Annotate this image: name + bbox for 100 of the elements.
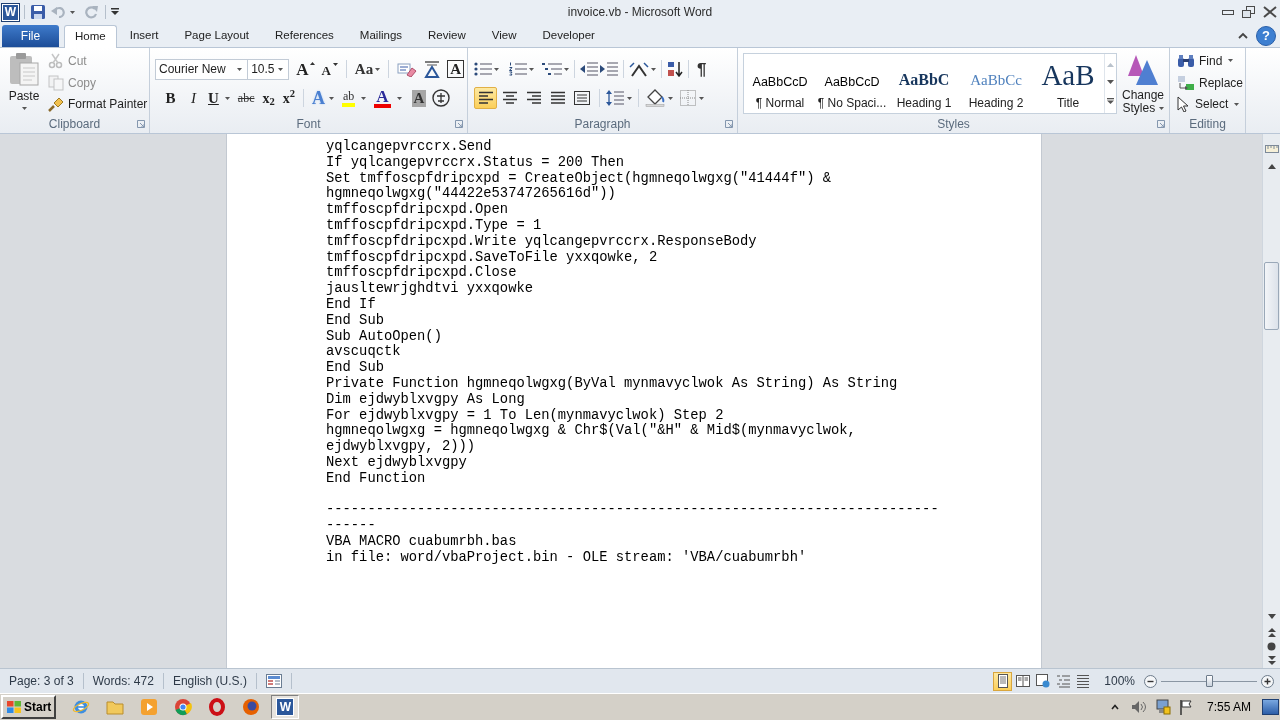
caret-icon[interactable] xyxy=(237,67,243,71)
double-up-icon[interactable] xyxy=(1267,628,1276,637)
scroll-up-icon[interactable] xyxy=(1267,164,1276,169)
sheet-icon[interactable] xyxy=(265,674,282,688)
superscript-button[interactable]: x$^{2}$ xyxy=(279,87,298,109)
chevron-up-icon[interactable] xyxy=(1110,704,1119,710)
caret-icon[interactable] xyxy=(224,96,230,100)
caret-icon[interactable] xyxy=(278,67,284,71)
bar-caret-icon[interactable] xyxy=(111,8,119,16)
caret-icon[interactable] xyxy=(668,96,673,100)
editing-button[interactable]: Find xyxy=(1177,50,1245,72)
alignment-button[interactable] xyxy=(474,87,497,109)
caret-icon[interactable] xyxy=(396,96,402,100)
bullet-list-icon[interactable] xyxy=(474,62,492,76)
caret-icon[interactable] xyxy=(529,67,534,71)
style-item[interactable]: AaBbCcD ¶ Normal xyxy=(744,54,816,113)
caret-icon[interactable] xyxy=(1234,102,1240,106)
ribbon-tab[interactable]: Insert xyxy=(116,25,172,47)
change-case-button[interactable]: Aa xyxy=(351,58,384,80)
zoom-out-icon[interactable] xyxy=(1144,674,1157,688)
multilevel-list-icon[interactable] xyxy=(542,62,562,76)
zoom-slider[interactable] xyxy=(1161,674,1257,688)
ribbon-tab[interactable]: Review xyxy=(415,25,479,47)
minimize-icon[interactable] xyxy=(1222,8,1234,16)
font-name-field[interactable]: Courier New xyxy=(155,58,249,80)
subscript-button[interactable]: x$_{2}$ xyxy=(259,87,278,109)
caret-icon[interactable] xyxy=(699,96,704,100)
zoom-slider-thumb[interactable] xyxy=(1206,675,1213,687)
view-button[interactable] xyxy=(993,671,1013,691)
launcher-icon[interactable] xyxy=(1157,120,1165,128)
caret-icon[interactable] xyxy=(494,67,499,71)
ribbon-tab[interactable]: View xyxy=(478,25,530,47)
lines-right-arrow-icon[interactable] xyxy=(600,62,618,76)
app-logo[interactable]: W xyxy=(2,3,19,21)
font-color-button[interactable]: A xyxy=(371,87,405,109)
editing-button[interactable]: Select xyxy=(1177,93,1245,115)
launcher-icon[interactable] xyxy=(137,120,145,128)
scroll-down-icon[interactable] xyxy=(1107,80,1114,85)
help-button[interactable]: ? xyxy=(1256,25,1276,46)
ribbon-tab[interactable]: References xyxy=(262,25,347,47)
highlight-button[interactable]: ab xyxy=(339,87,370,109)
caret-icon[interactable] xyxy=(361,96,367,100)
style-item[interactable]: AaB Title xyxy=(1032,54,1104,113)
caret-icon[interactable] xyxy=(21,107,27,110)
ribbon-tab[interactable]: Page Layout xyxy=(171,25,263,47)
show-desktop-button[interactable] xyxy=(1262,699,1279,715)
more-icon[interactable] xyxy=(1107,98,1114,105)
caret-icon[interactable] xyxy=(564,67,569,71)
launcher-icon[interactable] xyxy=(725,120,733,128)
launcher-icon[interactable] xyxy=(455,120,463,128)
ribbon-tab[interactable]: Home xyxy=(64,25,117,48)
restore-icon[interactable] xyxy=(1242,6,1255,18)
sort-icon[interactable] xyxy=(667,61,683,77)
caret-icon[interactable] xyxy=(70,10,75,14)
font-size-field[interactable]: 10.5 xyxy=(248,58,290,80)
style-item[interactable]: AaBbC Heading 1 xyxy=(888,54,960,113)
scrollbar-thumb[interactable] xyxy=(1264,262,1279,330)
double-down-icon[interactable] xyxy=(1267,656,1276,665)
caret-icon[interactable] xyxy=(1158,107,1164,111)
start-button[interactable]: Start xyxy=(1,695,57,719)
editing-button[interactable]: Replace xyxy=(1177,71,1245,94)
chevron-up-icon[interactable] xyxy=(1238,32,1248,39)
strikethrough-button[interactable]: abc xyxy=(234,87,258,109)
text-effects-button[interactable]: A xyxy=(309,87,337,109)
ruler-icon[interactable] xyxy=(1264,142,1279,156)
caret-icon[interactable] xyxy=(627,96,632,100)
eraser-icon[interactable] xyxy=(397,61,418,77)
file-tab[interactable]: File xyxy=(2,25,59,47)
paragraph-marks-button[interactable]: ¶ xyxy=(694,58,710,80)
circled-character-icon[interactable] xyxy=(432,89,451,107)
caret-icon[interactable] xyxy=(651,67,656,71)
underline-button[interactable]: U xyxy=(205,87,233,109)
zoom-in-icon[interactable] xyxy=(1261,674,1274,688)
scroll-down-icon[interactable] xyxy=(1267,614,1276,619)
flag-icon[interactable] xyxy=(1178,699,1193,715)
italic-button[interactable]: I xyxy=(182,87,205,109)
line-spacing-icon[interactable] xyxy=(606,90,624,106)
clipboard-button[interactable]: Format Painter xyxy=(48,93,148,115)
lines-over-triangle-icon[interactable] xyxy=(423,60,442,78)
paste-button[interactable]: Paste xyxy=(4,50,44,114)
shrink-font-button[interactable]: A xyxy=(318,58,341,80)
change-styles-button[interactable]: Change Styles xyxy=(1118,53,1168,115)
style-item[interactable]: AaBbCcD ¶ No Spaci... xyxy=(816,54,888,113)
bold-button[interactable]: B xyxy=(159,87,182,109)
caret-icon[interactable] xyxy=(1228,59,1234,63)
numbered-list-icon[interactable] xyxy=(509,62,527,76)
ribbon-tab[interactable]: Mailings xyxy=(346,25,416,47)
close-icon[interactable] xyxy=(1263,6,1277,18)
style-item[interactable]: AaBbCc Heading 2 xyxy=(960,54,1032,113)
computer-icon[interactable] xyxy=(1154,699,1171,715)
grow-font-button[interactable]: A xyxy=(293,58,319,80)
character-border-button[interactable]: A xyxy=(444,58,467,80)
caret-icon[interactable] xyxy=(329,96,334,100)
caret-icon[interactable] xyxy=(375,67,381,71)
ribbon-tab[interactable]: Developer xyxy=(529,25,608,47)
taskbar-button[interactable]: W xyxy=(271,695,300,719)
lines-left-arrow-icon[interactable] xyxy=(580,62,598,76)
paint-bucket-icon[interactable] xyxy=(645,89,665,107)
peak-arrows-icon[interactable] xyxy=(629,61,649,77)
speaker-icon[interactable] xyxy=(1130,700,1147,714)
